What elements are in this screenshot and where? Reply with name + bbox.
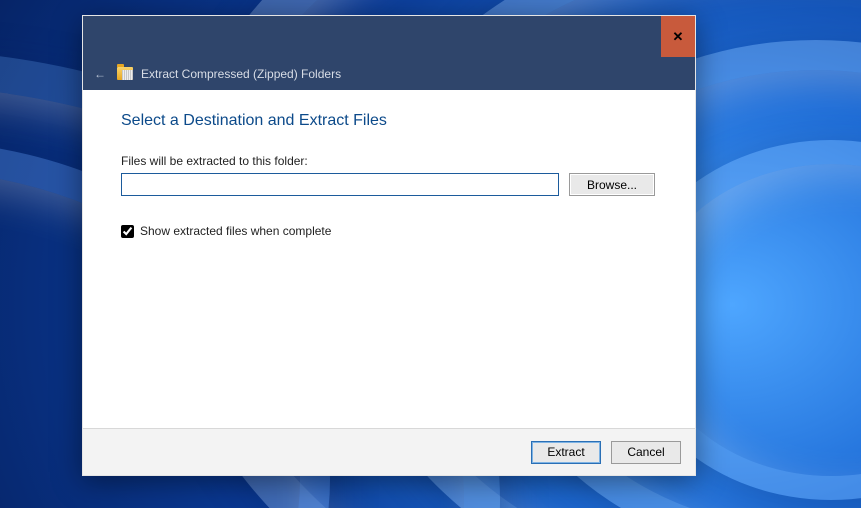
dialog-title: Extract Compressed (Zipped) Folders — [141, 67, 341, 81]
close-icon: ✕ — [673, 29, 684, 45]
close-button[interactable]: ✕ — [661, 16, 695, 57]
dialog-body: Select a Destination and Extract Files F… — [83, 90, 695, 428]
back-button[interactable]: ← — [91, 65, 109, 83]
destination-label: Files will be extracted to this folder: — [121, 154, 657, 168]
extract-dialog: ✕ ← Extract Compressed (Zipped) Folders … — [82, 15, 696, 476]
back-arrow-icon: ← — [94, 67, 106, 81]
show-files-checkbox[interactable] — [121, 225, 134, 238]
zipped-folder-icon — [117, 67, 133, 80]
destination-input[interactable] — [121, 173, 559, 196]
titlebar[interactable]: ✕ — [83, 16, 695, 57]
cancel-button[interactable]: Cancel — [611, 441, 681, 464]
show-files-row[interactable]: Show extracted files when complete — [121, 224, 657, 238]
extract-button[interactable]: Extract — [531, 441, 601, 464]
page-heading: Select a Destination and Extract Files — [121, 112, 657, 130]
destination-row: Browse... — [121, 173, 657, 196]
header-bar: ← Extract Compressed (Zipped) Folders — [83, 57, 695, 90]
browse-button[interactable]: Browse... — [569, 173, 655, 196]
dialog-footer: Extract Cancel — [83, 428, 695, 475]
desktop-background: ✕ ← Extract Compressed (Zipped) Folders … — [0, 0, 861, 508]
show-files-label: Show extracted files when complete — [140, 224, 331, 238]
